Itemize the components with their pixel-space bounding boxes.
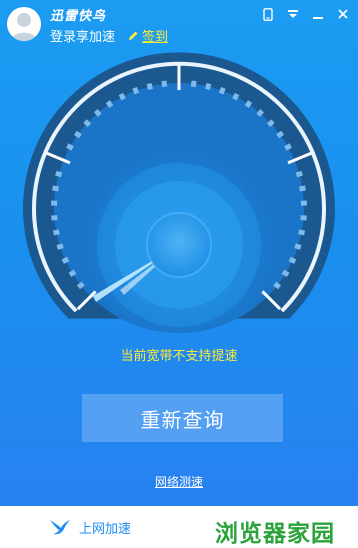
gauge-minor-tick <box>68 269 77 278</box>
gauge-minor-tick <box>83 119 92 128</box>
gauge-minor-tick <box>284 143 292 151</box>
gauge-minor-tick <box>52 185 59 192</box>
gauge-minor-tick <box>273 281 282 290</box>
status-text: 当前宽带不支持提速 <box>120 349 238 364</box>
gauge-minor-tick <box>76 281 85 290</box>
gauge-minor-tick <box>105 100 114 108</box>
app-window: 迅雷快鸟 登录享加速 签到 当前宽带不支持提速 重新查询 网络测速 上网加速 浏… <box>0 0 358 548</box>
gauge-minor-tick <box>281 269 290 278</box>
swift-bird-icon <box>49 520 70 535</box>
gauge-minor-tick <box>218 87 226 95</box>
gauge-minor-tick <box>118 92 126 101</box>
speed-test-link[interactable]: 网络测速 <box>0 473 358 490</box>
requery-button[interactable]: 重新查询 <box>82 394 283 442</box>
gauge-minor-tick <box>266 119 275 128</box>
gauge-hub <box>146 212 212 278</box>
gauge-minor-tick <box>244 100 253 108</box>
gauge-minor-tick <box>73 130 82 139</box>
nav-label: 上网加速 <box>78 521 131 537</box>
gauge-minor-tick <box>299 185 306 192</box>
gauge-minor-tick <box>295 170 303 178</box>
gauge-minor-tick <box>52 229 60 236</box>
gauge-minor-tick <box>61 256 70 264</box>
gauge-minor-tick <box>256 109 265 117</box>
gauge-minor-tick <box>190 80 197 88</box>
gauge-minor-tick <box>276 130 285 139</box>
nav-item-accelerate[interactable]: 上网加速 <box>0 506 180 548</box>
gauge-minor-tick <box>232 92 240 101</box>
gauge-minor-tick <box>294 243 302 250</box>
speed-gauge <box>23 52 336 340</box>
gauge-minor-tick <box>55 170 63 178</box>
gauge-minor-tick <box>66 143 74 151</box>
bottom-bar: 上网加速 浏览器家园 <box>0 506 358 548</box>
gauge-minor-tick <box>205 82 212 90</box>
gauge-minor-tick <box>132 87 140 95</box>
watermark-logo: 浏览器家园 <box>215 521 335 547</box>
gauge-minor-tick <box>161 80 168 88</box>
gauge-minor-tick <box>288 256 297 264</box>
gauge-minor-tick <box>93 109 102 117</box>
gauge-minor-tick <box>298 229 306 236</box>
gauge-minor-tick <box>146 82 153 90</box>
gauge-minor-tick <box>56 243 64 250</box>
